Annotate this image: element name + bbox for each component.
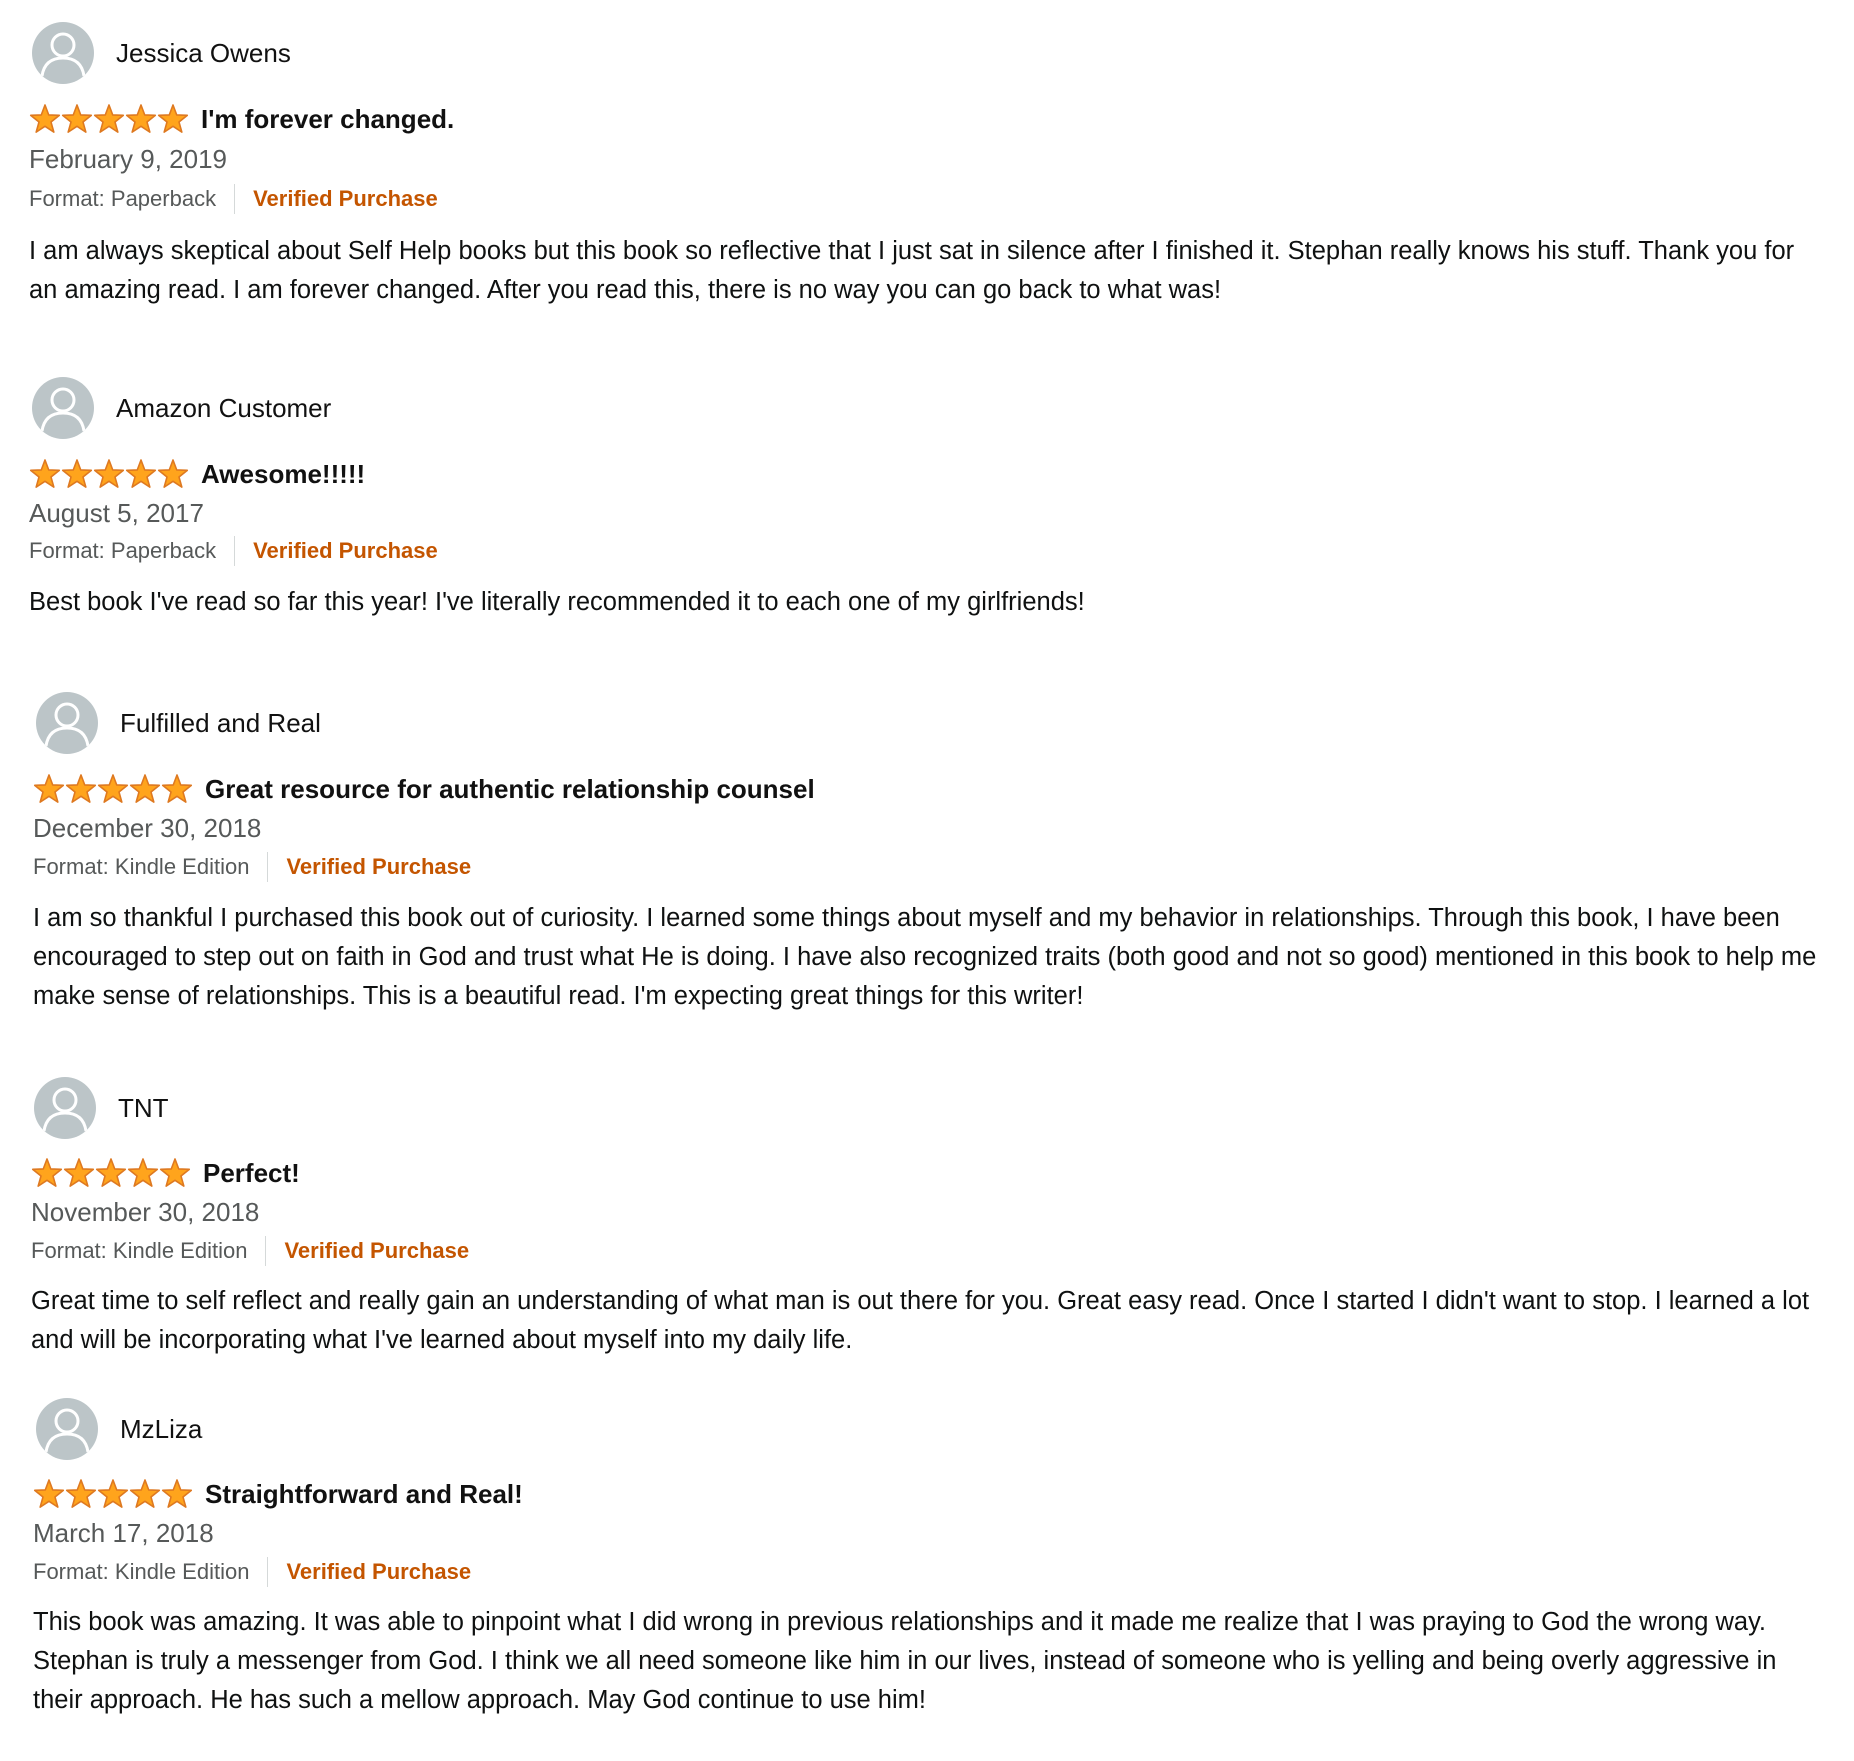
star-icon	[161, 1479, 193, 1508]
star-rating[interactable]	[29, 458, 189, 490]
format-label[interactable]: Format: Kindle Edition	[33, 854, 249, 880]
star-icon	[29, 104, 61, 133]
verified-purchase-badge: Verified Purchase	[286, 854, 472, 879]
review-date: August 5, 2017	[29, 498, 204, 528]
review-title[interactable]: Great resource for authentic relationshi…	[205, 774, 815, 805]
star-icon	[33, 774, 65, 803]
reviewer-name[interactable]: Jessica Owens	[116, 38, 291, 69]
star-icon	[95, 1158, 127, 1187]
review-body: I am always skeptical about Self Help bo…	[29, 237, 1795, 304]
star-icon	[127, 1158, 159, 1187]
review-body: Great time to self reflect and really ga…	[31, 1287, 1810, 1354]
star-icon	[65, 774, 97, 803]
review-date: February 9, 2019	[29, 144, 228, 174]
format-label[interactable]: Format: Kindle Edition	[31, 1238, 247, 1264]
user-avatar-icon	[34, 1077, 96, 1139]
verified-purchase-badge: Verified Purchase	[286, 1559, 472, 1584]
verified-purchase-badge: Verified Purchase	[253, 538, 438, 563]
reviewer-profile[interactable]: Jessica Owens	[32, 22, 291, 84]
star-icon	[129, 774, 161, 803]
review-body: This book was amazing. It was able to pi…	[33, 1608, 1777, 1714]
review-title[interactable]: Straightforward and Real!	[205, 1479, 523, 1510]
meta-divider	[267, 1557, 269, 1587]
star-rating[interactable]	[31, 1157, 191, 1189]
review-body: Best book I've read so far this year! I'…	[29, 588, 1085, 616]
reviewer-profile[interactable]: Fulfilled and Real	[36, 692, 321, 754]
review-title[interactable]: Perfect!	[203, 1158, 300, 1189]
meta-divider	[234, 536, 236, 566]
format-label[interactable]: Format: Paperback	[29, 186, 216, 212]
star-icon	[61, 459, 93, 488]
review-body: I am so thankful I purchased this book o…	[33, 904, 1817, 1010]
star-icon	[61, 104, 93, 133]
star-rating[interactable]	[33, 773, 193, 805]
user-avatar-icon	[32, 377, 94, 439]
reviewer-name[interactable]: Fulfilled and Real	[120, 708, 321, 739]
format-label[interactable]: Format: Kindle Edition	[33, 1559, 249, 1585]
star-rating[interactable]	[33, 1478, 193, 1510]
star-icon	[31, 1158, 63, 1187]
star-icon	[125, 104, 157, 133]
review-title[interactable]: Awesome!!!!!	[201, 459, 365, 490]
star-icon	[97, 1479, 129, 1508]
star-icon	[93, 104, 125, 133]
verified-purchase-badge: Verified Purchase	[253, 186, 438, 211]
star-icon	[161, 774, 193, 803]
review-date: November 30, 2018	[31, 1197, 260, 1227]
reviewer-name[interactable]: TNT	[118, 1093, 169, 1124]
review-title[interactable]: I'm forever changed.	[201, 104, 454, 135]
reviewer-profile[interactable]: TNT	[34, 1077, 169, 1139]
user-avatar-icon	[36, 692, 98, 754]
star-rating[interactable]	[29, 103, 189, 135]
star-icon	[93, 459, 125, 488]
star-icon	[65, 1479, 97, 1508]
user-avatar-icon	[32, 22, 94, 84]
reviewer-name[interactable]: Amazon Customer	[116, 393, 331, 424]
verified-purchase-badge: Verified Purchase	[284, 1238, 470, 1263]
star-icon	[97, 774, 129, 803]
format-label[interactable]: Format: Paperback	[29, 538, 216, 564]
star-icon	[63, 1158, 95, 1187]
star-icon	[29, 459, 61, 488]
reviewer-name[interactable]: MzLiza	[120, 1414, 202, 1445]
star-icon	[129, 1479, 161, 1508]
star-icon	[157, 104, 189, 133]
meta-divider	[234, 184, 236, 214]
meta-divider	[267, 852, 269, 882]
star-icon	[125, 459, 157, 488]
star-icon	[33, 1479, 65, 1508]
review-date: March 17, 2018	[33, 1518, 214, 1548]
review-date: December 30, 2018	[33, 813, 262, 843]
star-icon	[159, 1158, 191, 1187]
star-icon	[157, 459, 189, 488]
reviewer-profile[interactable]: MzLiza	[36, 1398, 202, 1460]
user-avatar-icon	[36, 1398, 98, 1460]
meta-divider	[265, 1236, 267, 1266]
reviewer-profile[interactable]: Amazon Customer	[32, 377, 331, 439]
